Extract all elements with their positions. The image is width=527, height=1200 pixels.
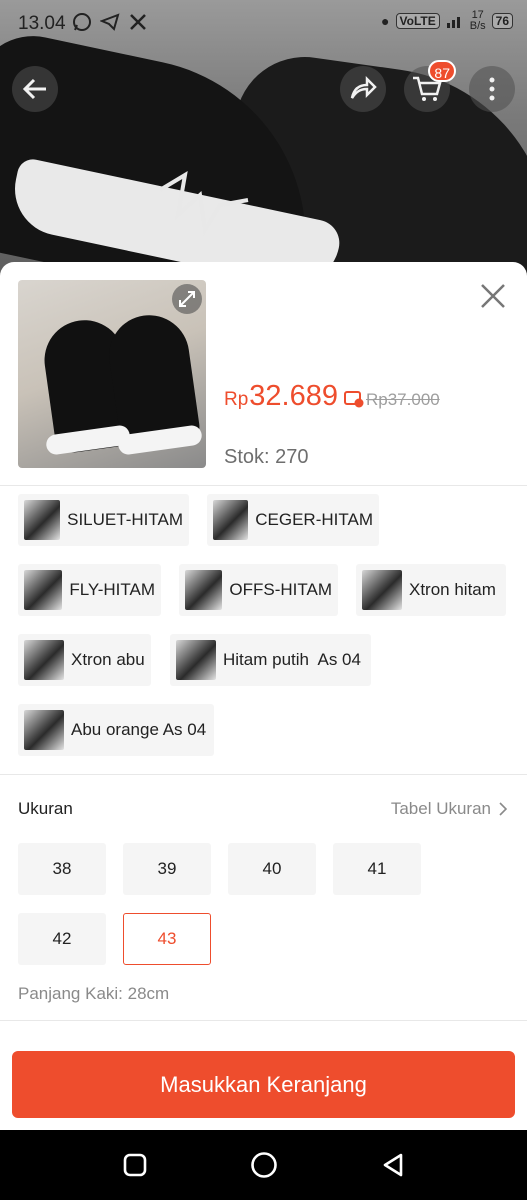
variant-chip-xtron-abu[interactable]: Xtron abu — [18, 634, 151, 686]
volte-badge: VoLTE — [395, 13, 440, 29]
x-icon — [130, 14, 146, 30]
variant-thumbnail — [362, 570, 402, 610]
divider — [0, 774, 527, 775]
status-bar: 13.04 ● VoLTE 17 B/s 76 — [0, 0, 527, 48]
price-value: 32.689 — [249, 380, 338, 412]
add-to-cart-button[interactable]: Masukkan Keranjang — [12, 1051, 515, 1118]
variant-thumbnail — [24, 640, 64, 680]
variant-chip-xtron-hitam[interactable]: Xtron hitam — [356, 564, 506, 616]
variant-thumbnail — [24, 500, 61, 540]
product-hero-image: 13.04 ● VoLTE 17 B/s 76 87 — [0, 0, 527, 290]
stock-info: Stok: 270 — [224, 446, 309, 468]
variant-chip-abu-orange-as-04[interactable]: Abu orange As 04 — [18, 704, 214, 756]
variant-label: CEGER-HITAM — [255, 510, 373, 529]
variant-thumbnail — [24, 710, 64, 750]
size-option-43-selected[interactable]: 43 — [123, 913, 211, 965]
foot-length-info: Panjang Kaki: 28cm — [18, 984, 170, 1003]
cart-count-badge: 87 — [428, 60, 456, 82]
variant-label: Xtron hitam — [409, 580, 496, 599]
net-speed: 17 B/s — [470, 10, 486, 32]
size-option-41[interactable]: 41 — [333, 843, 421, 895]
back-button[interactable] — [12, 66, 58, 112]
more-vertical-icon — [489, 77, 495, 101]
signal-icon — [446, 17, 460, 28]
status-time: 13.04 — [18, 13, 66, 34]
share-icon — [350, 75, 377, 99]
divider — [0, 1020, 527, 1021]
size-option-42[interactable]: 42 — [18, 913, 106, 965]
home-icon[interactable] — [249, 1150, 279, 1180]
variant-label: FLY-HITAM — [69, 580, 155, 599]
chevron-right-icon — [499, 802, 507, 816]
notification-icons — [72, 12, 148, 32]
variant-selection-sheet: Rp 32.689 Rp37.000 Stok: 270 SILUET-HITA… — [0, 262, 527, 1130]
variant-chip-offs-hitam[interactable]: OFFS-HITAM — [179, 564, 338, 616]
size-chart-link[interactable]: Tabel Ukuran — [391, 799, 507, 819]
cart-button[interactable]: 87 — [404, 60, 456, 112]
product-thumbnail[interactable] — [18, 280, 206, 468]
size-option-40[interactable]: 40 — [228, 843, 316, 895]
variant-label: SILUET-HITAM — [67, 510, 183, 529]
variant-thumbnail — [24, 570, 63, 610]
share-button[interactable] — [340, 66, 386, 112]
more-options-button[interactable] — [469, 66, 515, 112]
voucher-icon — [344, 391, 364, 408]
size-section-title: Ukuran — [18, 799, 73, 818]
expand-image-button[interactable] — [172, 284, 202, 314]
arrow-left-icon — [22, 78, 46, 100]
status-right: ● VoLTE 17 B/s 76 — [381, 10, 513, 32]
variant-chip-ceger-hitam[interactable]: CEGER-HITAM — [207, 494, 379, 546]
system-navigation-bar — [0, 1130, 527, 1200]
variant-chip-siluet-hitam[interactable]: SILUET-HITAM — [18, 494, 189, 546]
variant-thumbnail — [185, 570, 223, 610]
variant-chip-fly-hitam[interactable]: FLY-HITAM — [18, 564, 161, 616]
variant-label: Hitam putih As 04 — [223, 650, 361, 669]
price-row: Rp 32.689 Rp37.000 — [224, 380, 440, 413]
variant-label: Xtron abu — [71, 650, 145, 669]
dot-icon: ● — [381, 13, 390, 29]
battery-indicator: 76 — [491, 13, 513, 29]
net-speed-unit: B/s — [469, 20, 486, 32]
original-price: Rp37.000 — [366, 390, 440, 409]
expand-icon — [179, 291, 195, 307]
size-option-39[interactable]: 39 — [123, 843, 211, 895]
variant-label: OFFS-HITAM — [229, 580, 332, 599]
back-nav-icon[interactable] — [380, 1152, 406, 1178]
recent-apps-icon[interactable] — [122, 1152, 148, 1178]
price-currency: Rp — [224, 389, 249, 410]
variant-label: Abu orange As 04 — [71, 720, 207, 739]
size-option-38[interactable]: 38 — [18, 843, 106, 895]
whatsapp-icon — [73, 13, 91, 31]
telegram-icon — [100, 13, 120, 31]
divider — [0, 485, 527, 486]
variant-chip-hitam-putih-as-04[interactable]: Hitam putih As 04 — [170, 634, 371, 686]
shoe-zigzag-logo — [160, 171, 249, 236]
variant-thumbnail — [176, 640, 216, 680]
close-icon[interactable] — [479, 282, 507, 310]
size-chart-label: Tabel Ukuran — [390, 799, 491, 818]
variant-thumbnail — [213, 500, 249, 540]
